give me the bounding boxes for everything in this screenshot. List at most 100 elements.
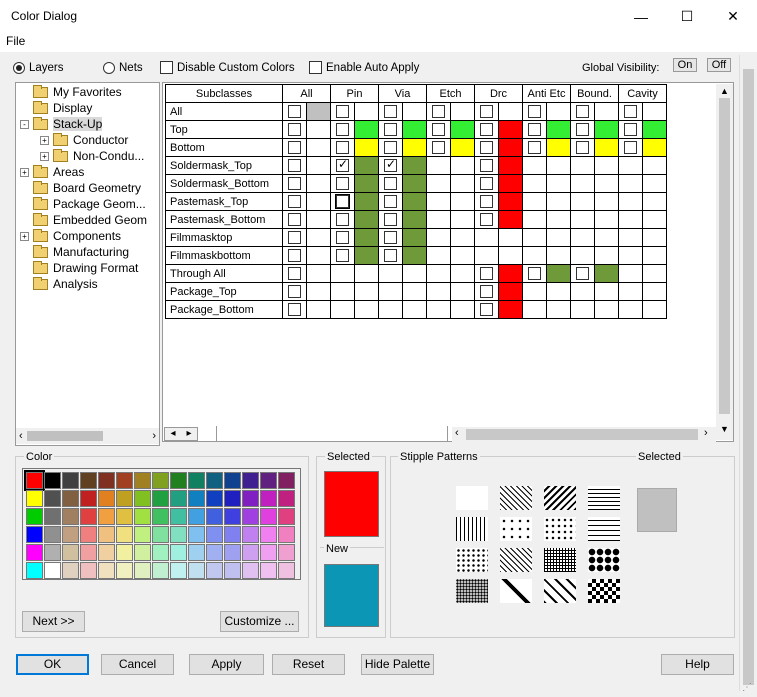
nets-radio[interactable]: Nets [103,62,143,74]
tree-item[interactable]: Analysis [20,276,98,292]
palette-swatch[interactable] [188,472,205,489]
subclass-name[interactable]: Pastemask_Bottom [165,210,283,229]
palette-swatch[interactable] [278,526,295,543]
grid-column-header[interactable]: Etch [426,84,475,103]
class-tree[interactable]: My Favorites Display - Stack-Up + Conductor + N… [15,82,160,446]
nav-left-icon[interactable]: ◂ [170,428,175,440]
color-cell[interactable] [450,156,475,175]
visibility-cell[interactable] [474,174,499,193]
scroll-down-icon[interactable]: ▼ [720,424,729,434]
color-cell[interactable] [546,282,571,301]
visibility-cell[interactable] [378,246,403,265]
palette-swatch[interactable] [98,490,115,507]
reset-button[interactable]: Reset [272,654,345,675]
color-cell[interactable] [306,246,331,265]
color-cell[interactable] [450,210,475,229]
visibility-checkbox[interactable] [624,123,637,136]
subclass-name[interactable]: Bottom [165,138,283,157]
subclass-name[interactable]: Soldermask_Bottom [165,174,283,193]
visibility-cell[interactable] [474,192,499,211]
enable-auto-apply-checkbox[interactable]: Enable Auto Apply [309,61,419,74]
scroll-thumb[interactable] [466,429,698,440]
grid-hscrollbar[interactable]: ‹ › [452,427,716,442]
visibility-checkbox[interactable] [336,157,349,172]
scroll-left-icon[interactable]: ‹ [455,427,459,439]
visibility-checkbox[interactable] [480,195,493,208]
color-cell[interactable] [402,192,427,211]
visibility-cell[interactable] [282,102,307,121]
expand-icon[interactable]: + [20,167,29,177]
color-cell[interactable] [402,174,427,193]
visibility-cell[interactable] [618,120,643,139]
color-cell[interactable] [354,210,379,229]
grid-column-header[interactable]: All [282,84,331,103]
palette-swatch[interactable] [224,526,241,543]
visibility-checkbox[interactable] [576,123,589,136]
color-cell[interactable] [306,174,331,193]
color-cell[interactable] [402,210,427,229]
tree-item[interactable]: + Components [20,228,121,244]
menu-file[interactable]: File [6,34,25,48]
color-cell[interactable] [546,264,571,283]
visibility-cell[interactable] [378,120,403,139]
stipple-pattern[interactable] [500,579,532,603]
palette-swatch[interactable] [98,472,115,489]
visibility-cell[interactable] [474,102,499,121]
color-cell[interactable] [594,264,619,283]
color-cell[interactable] [594,120,619,139]
resize-grip-icon[interactable]: ⋰ [742,682,752,693]
palette-swatch[interactable] [26,526,43,543]
subclass-name[interactable]: Soldermask_Top [165,156,283,175]
palette-swatch[interactable] [260,526,277,543]
palette-swatch[interactable] [98,526,115,543]
visibility-cell[interactable] [522,120,547,139]
color-cell[interactable] [546,300,571,319]
visibility-checkbox[interactable] [432,123,445,136]
palette-swatch[interactable] [44,472,61,489]
color-cell[interactable] [498,246,523,265]
visibility-checkbox[interactable] [384,195,397,208]
hide-palette-button[interactable]: Hide Palette [361,654,434,675]
visibility-checkbox[interactable] [576,105,589,118]
stipple-pattern[interactable] [456,486,488,510]
visibility-cell[interactable] [282,246,307,265]
window-vscrollbar[interactable] [739,55,756,691]
color-cell[interactable] [306,282,331,301]
visibility-checkbox[interactable] [480,303,493,316]
color-cell[interactable] [354,264,379,283]
grid-vscrollbar[interactable]: ▲ ▼ [716,84,733,440]
palette-swatch[interactable] [80,562,97,579]
color-cell[interactable] [402,246,427,265]
color-cell[interactable] [450,120,475,139]
palette-swatch[interactable] [224,508,241,525]
color-cell[interactable] [642,282,667,301]
visibility-cell[interactable] [474,156,499,175]
nav-right-icon[interactable]: ▸ [186,428,191,440]
palette-swatch[interactable] [152,472,169,489]
palette-swatch[interactable] [116,562,133,579]
palette-swatch[interactable] [62,508,79,525]
visibility-cell[interactable] [378,102,403,121]
palette-swatch[interactable] [188,544,205,561]
palette-swatch[interactable] [170,526,187,543]
color-cell[interactable] [546,192,571,211]
visibility-checkbox[interactable] [384,249,397,262]
stipple-pattern[interactable] [456,517,488,541]
palette-swatch[interactable] [206,490,223,507]
palette-swatch[interactable] [152,490,169,507]
color-cell[interactable] [498,156,523,175]
visibility-checkbox[interactable] [480,177,493,190]
color-cell[interactable] [306,264,331,283]
palette-swatch[interactable] [44,544,61,561]
color-cell[interactable] [498,174,523,193]
palette-swatch[interactable] [170,544,187,561]
palette-swatch[interactable] [116,526,133,543]
color-cell[interactable] [642,264,667,283]
palette-swatch[interactable] [80,526,97,543]
visibility-checkbox[interactable] [528,141,541,154]
palette-swatch[interactable] [98,562,115,579]
visibility-cell[interactable] [330,120,355,139]
color-cell[interactable] [450,192,475,211]
palette-swatch[interactable] [206,526,223,543]
visibility-cell[interactable] [378,138,403,157]
